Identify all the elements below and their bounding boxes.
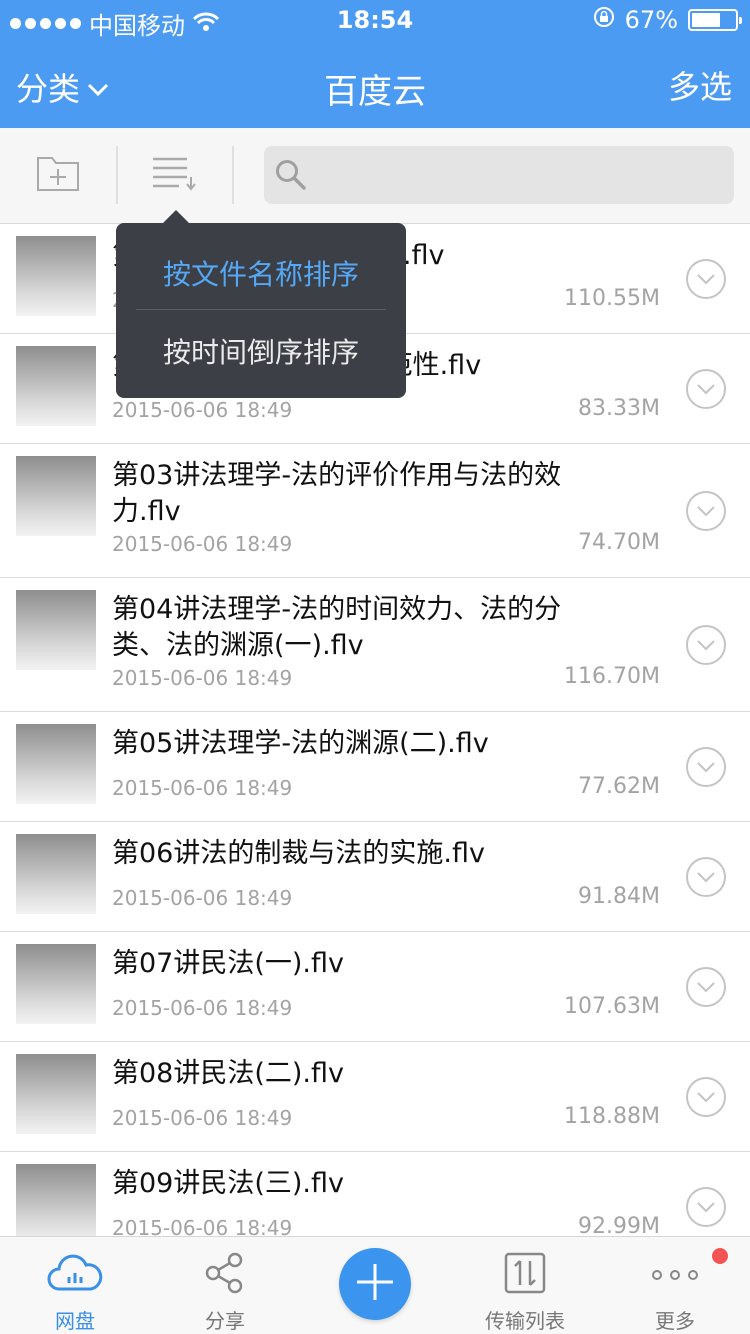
category-button[interactable]: 分类 — [16, 64, 110, 110]
file-name: 第05讲法理学-法的渊源(二).flv — [112, 728, 489, 759]
page-title: 百度云 — [324, 72, 426, 112]
tab-transfer[interactable]: 传输列表 — [450, 1247, 600, 1334]
file-size: 116.70M — [564, 664, 660, 689]
file-size: 118.88M — [564, 1104, 660, 1129]
file-actions-button[interactable] — [686, 967, 726, 1007]
file-thumbnail — [16, 236, 96, 316]
file-actions-button[interactable] — [686, 857, 726, 897]
file-name: 第08讲民法(二).flv — [112, 1058, 344, 1089]
transfer-icon — [503, 1251, 547, 1299]
file-name: 第07讲民法(一).flv — [112, 948, 344, 979]
nav-bar: 分类 百度云 多选 — [0, 40, 750, 128]
chevron-down-icon — [696, 868, 716, 887]
file-size: 107.63M — [564, 994, 660, 1019]
header: 中国移动 18:54 67% 分类 百度云 多选 — [0, 0, 750, 128]
chevron-down-icon — [696, 270, 716, 289]
toolbar — [0, 128, 750, 224]
file-actions-button[interactable] — [686, 369, 726, 409]
file-thumbnail — [16, 590, 96, 670]
file-row[interactable]: 第06讲法的制裁与法的实施.flv 2015-06-06 18:49 91.84M — [0, 822, 750, 932]
more-dots-icon — [648, 1251, 702, 1299]
file-row[interactable]: 第04讲法理学-法的时间效力、法的分类、法的渊源(一).flv 2015-06-0… — [0, 578, 750, 712]
chevron-down-icon — [696, 1198, 716, 1217]
file-thumbnail — [16, 944, 96, 1024]
chevron-down-icon — [696, 978, 716, 997]
file-row[interactable]: 第05讲法理学-法的渊源(二).flv 2015-06-06 18:49 77.62… — [0, 712, 750, 822]
file-actions-button[interactable] — [686, 625, 726, 665]
file-thumbnail — [16, 1054, 96, 1134]
chevron-down-icon — [696, 1088, 716, 1107]
file-thumbnail — [16, 724, 96, 804]
file-size: 110.55M — [564, 286, 660, 311]
sort-menu-arrow — [162, 210, 190, 224]
file-name: 第04讲法理学-法的时间效力、法的分类、法的渊源(一).flv — [112, 594, 562, 661]
file-date: 2015-06-06 18:49 — [112, 1106, 293, 1130]
file-actions-button[interactable] — [686, 1077, 726, 1117]
tab-netdisk[interactable]: 网盘 — [0, 1247, 150, 1334]
file-date: 2015-06-06 18:49 — [112, 996, 293, 1020]
multi-select-button[interactable]: 多选 — [668, 62, 732, 108]
file-name: 第09讲民法(三).flv — [112, 1168, 344, 1199]
status-bar: 中国移动 18:54 67% — [0, 0, 750, 40]
file-thumbnail — [16, 834, 96, 914]
file-actions-button[interactable] — [686, 259, 726, 299]
chevron-down-icon — [696, 380, 716, 399]
file-actions-button[interactable] — [686, 747, 726, 787]
plus-icon — [355, 1262, 395, 1306]
battery-percent: 67% — [624, 6, 678, 34]
file-thumbnail — [16, 346, 96, 426]
cloud-icon — [47, 1251, 103, 1299]
tab-more[interactable]: 更多 — [600, 1247, 750, 1334]
tab-share[interactable]: 分享 — [150, 1247, 300, 1334]
file-size: 91.84M — [578, 884, 660, 909]
file-thumbnail — [16, 456, 96, 536]
file-actions-button[interactable] — [686, 491, 726, 531]
sort-button[interactable] — [144, 150, 204, 200]
file-date: 2015-06-06 18:49 — [112, 666, 293, 690]
chevron-down-icon — [696, 502, 716, 521]
file-actions-button[interactable] — [686, 1187, 726, 1227]
add-button[interactable] — [339, 1248, 411, 1320]
file-row[interactable]: 第03讲法理学-法的评价作用与法的效力.flv 2015-06-06 18:49 7… — [0, 444, 750, 578]
toolbar-divider — [116, 146, 118, 204]
file-name: 第03讲法理学-法的评价作用与法的效力.flv — [112, 460, 562, 527]
search-icon — [274, 158, 308, 196]
rotation-lock-icon — [593, 6, 615, 34]
sort-by-name-option[interactable]: 按文件名称排序 — [116, 253, 406, 293]
sort-by-time-option[interactable]: 按时间倒序排序 — [116, 331, 406, 371]
battery-icon — [688, 9, 742, 31]
file-thumbnail — [16, 1164, 96, 1244]
file-row[interactable]: 第07讲民法(一).flv 2015-06-06 18:49 107.63M — [0, 932, 750, 1042]
chevron-down-icon — [86, 68, 110, 106]
search-input[interactable] — [264, 146, 734, 204]
chevron-down-icon — [696, 636, 716, 655]
menu-divider — [136, 309, 386, 310]
sort-icon — [151, 155, 197, 195]
sort-menu: 按文件名称排序 按时间倒序排序 — [116, 223, 406, 398]
file-size: 83.33M — [578, 396, 660, 421]
file-date: 2015-06-06 18:49 — [112, 398, 293, 422]
new-folder-button[interactable] — [28, 150, 88, 200]
notification-badge — [712, 1248, 728, 1264]
chevron-down-icon — [696, 758, 716, 777]
new-folder-icon — [36, 154, 80, 196]
file-date: 2015-06-06 18:49 — [112, 886, 293, 910]
file-row[interactable]: 第08讲民法(二).flv 2015-06-06 18:49 118.88M — [0, 1042, 750, 1152]
file-name: 第06讲法的制裁与法的实施.flv — [112, 838, 485, 869]
file-date: 2015-06-06 18:49 — [112, 776, 293, 800]
file-date: 2015-06-06 18:49 — [112, 532, 293, 556]
file-size: 74.70M — [578, 530, 660, 555]
toolbar-divider — [232, 146, 234, 204]
share-icon — [203, 1251, 247, 1299]
file-size: 77.62M — [578, 774, 660, 799]
